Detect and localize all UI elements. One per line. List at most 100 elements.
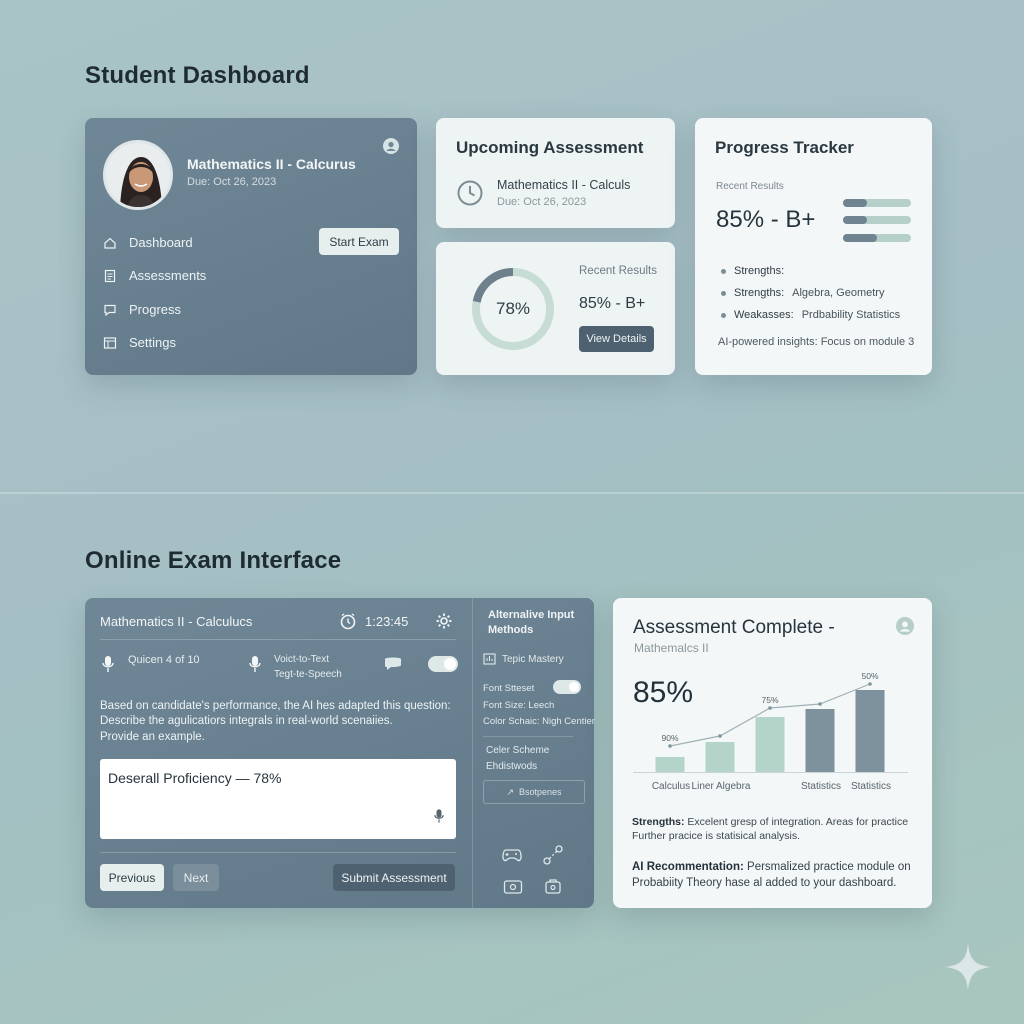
- link-icon[interactable]: [542, 844, 564, 871]
- user-icon[interactable]: [383, 138, 399, 154]
- data-label: 90%: [661, 733, 678, 743]
- chart-bar: [805, 709, 835, 772]
- exam-course: Mathematics II - Calculucs: [100, 614, 253, 629]
- trend-point: [818, 702, 822, 706]
- chart-icon: [483, 653, 496, 665]
- profile-course: Mathematics II - Calcurus: [187, 156, 356, 172]
- bsotpenes-button[interactable]: ↗ Bsotpenes: [483, 780, 585, 804]
- progress-bar: [843, 199, 911, 207]
- results-score: 85% - B+: [579, 295, 646, 312]
- complete-subtitle: Mathemalcs II: [634, 641, 709, 655]
- submit-assessment-button[interactable]: Submit Assessment: [333, 864, 455, 891]
- chart-bar: [655, 757, 685, 772]
- arrow-icon: ↗: [506, 786, 514, 797]
- sidebar-item-dashboard[interactable]: Dashboard: [103, 235, 193, 250]
- microphone-icon[interactable]: [249, 655, 261, 678]
- start-exam-button[interactable]: Start Exam: [319, 228, 399, 255]
- ai-recommendation: AI Recommentation: Persmalized practice …: [632, 861, 911, 889]
- font-toggle[interactable]: [553, 680, 581, 694]
- question-counter: Quicen 4 of 10: [128, 654, 200, 666]
- progress-title: Progress Tracker: [715, 138, 854, 157]
- previous-button[interactable]: Previous: [100, 864, 164, 891]
- chart-bar: [705, 742, 735, 772]
- upcoming-course: Mathematics II - Calculs: [497, 178, 631, 192]
- complete-title: Assessment Complete -: [633, 617, 835, 638]
- progress-bar: [843, 234, 911, 242]
- section-divider: [0, 492, 1024, 494]
- profile-due: Due: Oct 26, 2023: [187, 176, 277, 188]
- alarm-icon: [339, 612, 357, 635]
- sidebar-item-settings[interactable]: Settings: [103, 335, 176, 350]
- trend-point: [668, 744, 672, 748]
- assessment-complete-card: Assessment Complete - Mathemalcs II 85% …: [613, 598, 932, 908]
- donut-label: 78%: [495, 299, 531, 318]
- color-scheme-label: Celer Scheme: [486, 745, 550, 756]
- text-to-speech-toggle[interactable]: [428, 656, 458, 672]
- view-details-button[interactable]: View Details: [579, 326, 654, 352]
- home-icon: [104, 237, 116, 249]
- x-tick-label: Statistics: [801, 781, 841, 792]
- speech-bubble-icon[interactable]: [383, 656, 403, 677]
- sparkle-icon: [943, 942, 993, 997]
- x-tick-label: Liner Algebra: [692, 781, 751, 792]
- performance-chart: Calculus Liner Algebra Statistics Statistic…: [633, 672, 908, 792]
- screen-icon[interactable]: [503, 879, 523, 900]
- question-body: Describe the agulicatiors integrals in r…: [100, 715, 393, 727]
- upcoming-due: Due: Oct 26, 2023: [497, 196, 587, 208]
- settings-icon: [103, 336, 117, 349]
- sidebar-item-label: Progress: [129, 302, 182, 317]
- progress-bar-fill: [843, 199, 867, 207]
- footer-divider: [100, 852, 456, 853]
- question-end: Provide an example.: [100, 731, 205, 743]
- progress-bar: [843, 216, 911, 224]
- side-panel-title: Alternalive Input Methods: [488, 609, 575, 636]
- dashboard-title: Student Dashboard: [85, 62, 310, 89]
- chat-icon: [104, 304, 116, 316]
- data-label: 50%: [861, 672, 878, 681]
- next-button[interactable]: Next: [173, 864, 219, 891]
- microphone-icon[interactable]: [434, 808, 444, 829]
- clock-icon: [456, 179, 484, 212]
- progress-recent-label: Recent Results: [716, 181, 784, 192]
- results-label: Recent Results: [579, 265, 657, 277]
- color-scheme-line: Color Schaic: Nigh Centier: [483, 716, 595, 727]
- bag-icon[interactable]: [544, 877, 562, 900]
- side-divider: [483, 736, 573, 737]
- topic-mastery-item[interactable]: Tepic Mastery: [483, 653, 564, 665]
- ai-insight: AI-powered insights: Focus on module 3: [718, 336, 915, 348]
- progress-bar-fill: [843, 216, 867, 224]
- sidebar-item-label: Settings: [129, 335, 176, 350]
- strengths-summary: Strengths: Excelent gresp of integration…: [632, 816, 909, 842]
- microphone-icon[interactable]: [102, 655, 114, 678]
- exam-section-title: Online Exam Interface: [85, 547, 342, 574]
- ehdistwods-label: Ehdistwods: [486, 761, 538, 772]
- question-intro: Based on candidate's performance, the AI…: [100, 700, 451, 712]
- chart-bar: [755, 717, 785, 772]
- avatar: [103, 140, 173, 210]
- sidebar-item-assessments[interactable]: Assessments: [103, 268, 206, 283]
- side-panel-divider: [472, 598, 473, 908]
- gear-icon[interactable]: [435, 612, 453, 635]
- x-tick-label: Statistics: [851, 781, 891, 792]
- document-icon: [104, 269, 116, 282]
- exam-timer: 1:23:45: [365, 614, 409, 629]
- progress-bar-fill: [843, 234, 877, 242]
- answer-text: Deserall Proficiency — 78%: [108, 770, 282, 786]
- answer-textarea[interactable]: Deserall Proficiency — 78%: [100, 759, 456, 839]
- sidebar-item-label: Dashboard: [129, 235, 193, 250]
- trend-point: [768, 706, 772, 710]
- progress-score: 85% - B+: [716, 206, 816, 233]
- gamepad-icon[interactable]: [501, 847, 523, 868]
- results-card: 78% Recent Results 85% - B+ View Details: [436, 242, 675, 375]
- font-streset-label: Font Stteset: [483, 683, 535, 694]
- sidebar-item-label: Assessments: [129, 268, 207, 283]
- progress-tracker-card: Progress Tracker Recent Results 85% - B+…: [695, 118, 932, 375]
- weaknesses-item: Weakasses: Prdbability Statistics: [721, 309, 900, 321]
- chart-bar: [855, 690, 885, 772]
- x-tick-label: Calculus: [652, 781, 690, 792]
- sidebar-item-progress[interactable]: Progress: [103, 302, 181, 317]
- header-divider: [100, 639, 456, 640]
- trend-point: [718, 734, 722, 738]
- user-icon[interactable]: [896, 617, 914, 635]
- strengths-item: Strengths: Algebra, Geometry: [721, 287, 884, 299]
